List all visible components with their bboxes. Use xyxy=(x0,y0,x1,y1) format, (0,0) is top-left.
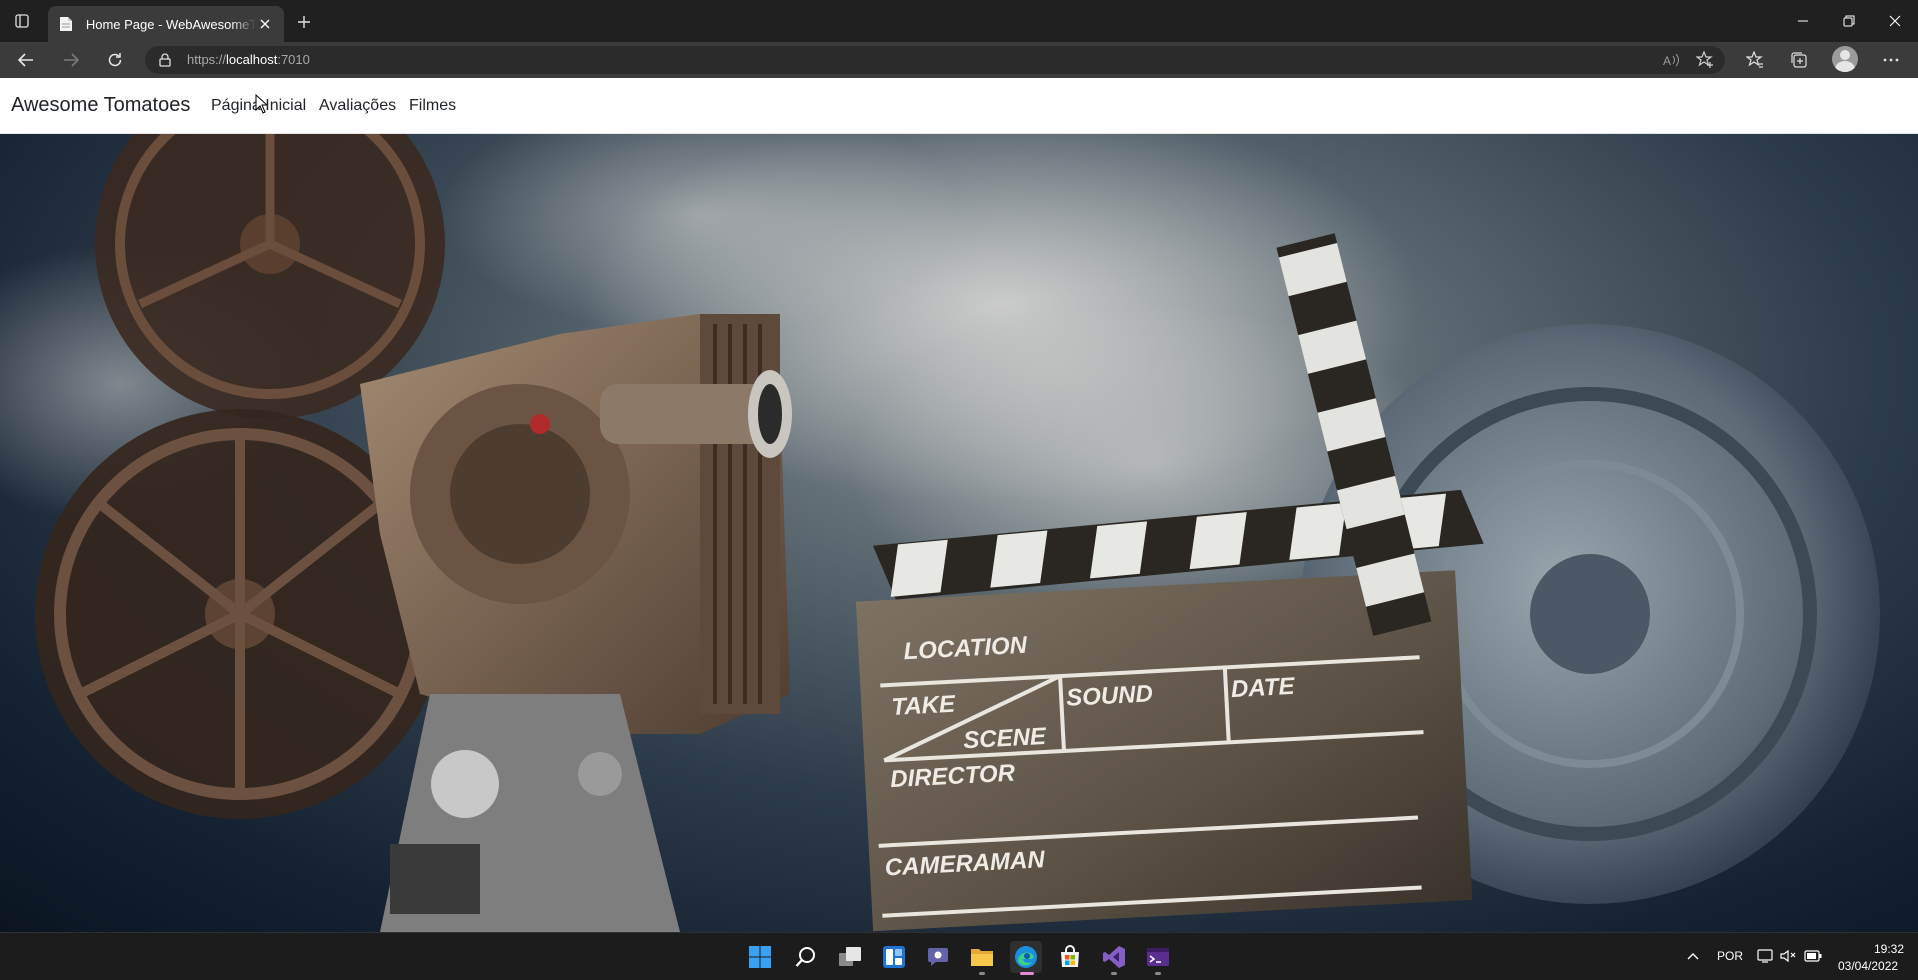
edge-browser-icon[interactable] xyxy=(1010,941,1042,975)
url-scheme: https:// xyxy=(187,52,227,67)
terminal-icon[interactable] xyxy=(1142,941,1174,975)
clapper-take-label: TAKE xyxy=(891,691,957,721)
forward-arrow-icon[interactable] xyxy=(57,47,85,73)
minimize-window-icon[interactable] xyxy=(1780,0,1826,42)
hero-banner-image: LOCATION TAKE SOUND DATE SCENE DIRECTOR … xyxy=(0,134,1918,932)
browser-tab-active[interactable]: Home Page - WebAwesomeTomatoes xyxy=(48,6,284,42)
running-indicator xyxy=(1111,972,1117,975)
back-arrow-icon[interactable] xyxy=(12,47,40,73)
close-window-icon[interactable] xyxy=(1872,0,1918,42)
lock-icon[interactable] xyxy=(157,52,173,68)
url-host: localhost xyxy=(226,52,278,67)
collections-icon[interactable] xyxy=(1785,47,1813,73)
widgets-icon[interactable] xyxy=(878,941,910,973)
film-projector-clapperboard-illustration: LOCATION TAKE SOUND DATE SCENE DIRECTOR … xyxy=(0,134,1880,932)
clapper-scene-label: SCENE xyxy=(963,723,1048,754)
profile-avatar-icon[interactable] xyxy=(1832,46,1858,72)
clock-date[interactable]: 03/04/2022 xyxy=(1838,959,1898,973)
address-bar[interactable]: https://localhost:7010 A xyxy=(145,46,1725,74)
add-favorite-icon[interactable] xyxy=(1693,48,1717,72)
windows-start-icon[interactable] xyxy=(744,941,776,973)
task-view-icon[interactable] xyxy=(834,941,866,973)
visual-studio-icon[interactable] xyxy=(1098,941,1130,975)
browser-toolbar: https://localhost:7010 A xyxy=(0,42,1918,78)
battery-icon[interactable] xyxy=(1804,947,1822,965)
clapper-date-label: DATE xyxy=(1230,673,1296,703)
mouse-cursor-icon xyxy=(255,94,267,114)
more-options-icon[interactable] xyxy=(1877,47,1905,73)
restore-window-icon[interactable] xyxy=(1826,0,1872,42)
refresh-icon[interactable] xyxy=(101,47,129,73)
running-indicator xyxy=(1155,972,1161,975)
windows-taskbar: POR 19:32 03/04/2022 xyxy=(0,932,1918,980)
nav-link-reviews[interactable]: Avaliações xyxy=(319,97,396,115)
clock-time[interactable]: 19:32 xyxy=(1874,942,1904,956)
chevron-up-icon[interactable] xyxy=(1684,947,1702,965)
url-port: :7010 xyxy=(277,52,310,67)
running-indicator xyxy=(979,972,985,975)
favorites-icon[interactable] xyxy=(1741,47,1769,73)
microsoft-store-icon[interactable] xyxy=(1054,941,1086,973)
tab-title: Home Page - WebAwesomeTomatoes xyxy=(85,16,256,32)
read-aloud-icon[interactable]: A xyxy=(1660,48,1684,72)
browser-tab-strip: Home Page - WebAwesomeTomatoes xyxy=(0,0,1918,42)
search-icon[interactable] xyxy=(790,941,822,973)
page-favicon-icon xyxy=(58,16,74,32)
active-indicator xyxy=(1020,972,1034,975)
teams-chat-icon[interactable] xyxy=(922,941,954,973)
clapper-sound-label: SOUND xyxy=(1066,680,1154,711)
tab-actions-icon[interactable] xyxy=(10,10,34,32)
web-page: Awesome Tomatoes Página Inicial Avaliaçõ… xyxy=(0,78,1918,932)
site-brand-link[interactable]: Awesome Tomatoes xyxy=(11,94,190,117)
input-language-indicator[interactable]: POR xyxy=(1717,949,1743,963)
volume-muted-icon[interactable] xyxy=(1779,947,1797,965)
new-tab-icon[interactable] xyxy=(292,10,316,34)
close-tab-icon[interactable] xyxy=(256,15,274,33)
site-navbar: Awesome Tomatoes Página Inicial Avaliaçõ… xyxy=(0,78,1918,134)
nav-link-movies[interactable]: Filmes xyxy=(409,97,456,115)
file-explorer-icon[interactable] xyxy=(966,941,998,975)
display-icon[interactable] xyxy=(1756,947,1774,965)
url-text[interactable]: https://localhost:7010 xyxy=(187,52,310,67)
svg-text:A: A xyxy=(1663,54,1671,67)
